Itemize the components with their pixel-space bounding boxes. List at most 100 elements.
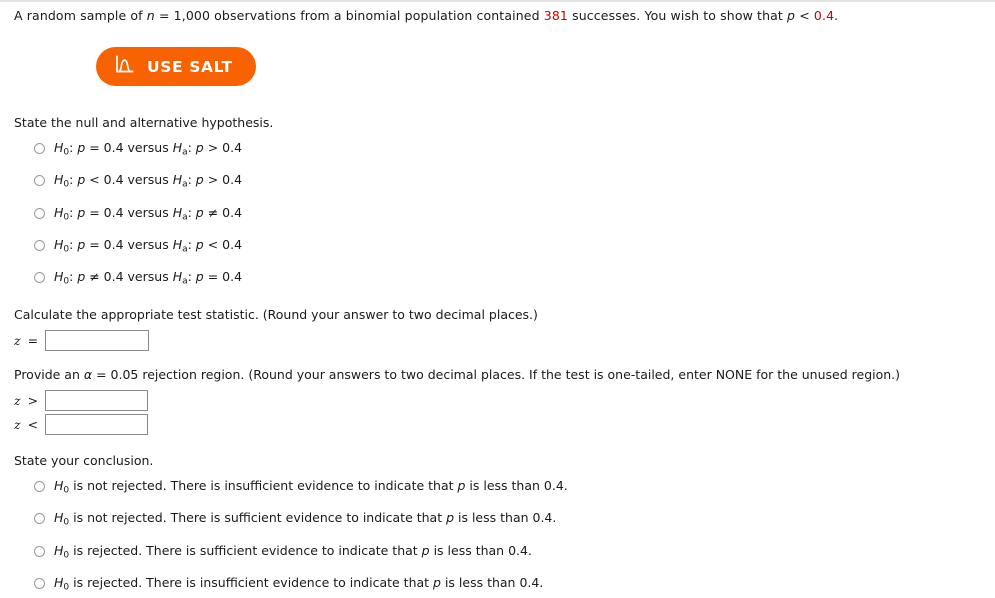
hypothesis-option-label: H0: p ≠ 0.4 versus Ha: p = 0.4 [54, 269, 243, 287]
conclusion-text-1: is rejected. There is sufficient evidenc… [69, 543, 422, 558]
alt-variable: p [195, 205, 204, 220]
rejection-prompt-text-1: Provide an [14, 367, 84, 382]
conclusion-text-1: is not rejected. There is sufficient evi… [69, 510, 447, 525]
variable-p: p [433, 575, 441, 590]
alt-symbol: H [172, 205, 183, 220]
radio-button[interactable] [34, 175, 45, 186]
conclusion-option-1[interactable]: H0 is not rejected. There is insufficien… [34, 479, 568, 496]
null-symbol: H [54, 172, 64, 187]
problem-text-5: . [834, 8, 839, 23]
rejection-region-lower-row: z < [14, 414, 149, 435]
use-salt-button[interactable]: USE SALT [96, 47, 256, 86]
conclusion-text-2: is less than 0.4. [440, 575, 544, 590]
less-than-operator: < [27, 417, 39, 432]
conclusion-option-label: H0 is not rejected. There is insufficien… [54, 479, 568, 496]
hypothesis-symbol: H [54, 575, 64, 590]
conclusion-option-label: H0 is rejected. There is sufficient evid… [54, 544, 532, 561]
use-salt-label: USE SALT [147, 57, 233, 76]
successes-count: 381 [543, 8, 568, 23]
conclusion-text-2: is less than 0.4. [465, 478, 568, 493]
alt-variable: p [195, 237, 204, 252]
alt-relation: = 0.4 [203, 269, 243, 284]
conclusion-prompt: State your conclusion. [14, 453, 154, 468]
null-symbol: H [54, 269, 64, 284]
hypothesis-option-label: H0: p = 0.4 versus Ha: p > 0.4 [54, 140, 243, 158]
test-statistic-input[interactable] [45, 330, 150, 351]
hypothesis-option-2[interactable]: H0: p < 0.4 versus Ha: p > 0.4 [34, 172, 243, 190]
null-symbol: H [54, 237, 64, 252]
variable-p: p [446, 510, 455, 525]
test-statistic-row: z = [14, 330, 150, 351]
radio-button[interactable] [34, 240, 45, 251]
rejection-region-upper-row: z > [14, 390, 149, 411]
variable-p: p [421, 543, 430, 558]
null-subscript: 0 [63, 179, 70, 190]
hypothesis-symbol: H [54, 478, 64, 493]
conclusion-text-2: is less than 0.4. [429, 543, 532, 558]
hypothesis-option-3[interactable]: H0: p = 0.4 versus Ha: p ≠ 0.4 [34, 205, 243, 223]
conclusion-option-3[interactable]: H0 is rejected. There is sufficient evid… [34, 544, 532, 561]
rejection-region-upper-input[interactable] [45, 390, 149, 411]
greater-than-operator: > [27, 393, 39, 408]
null-subscript: 0 [63, 244, 70, 255]
variable-n: n [146, 8, 155, 23]
normal-curve-icon [115, 55, 134, 78]
conclusion-text-1: is not rejected. There is insufficient e… [69, 478, 458, 493]
radio-button[interactable] [34, 578, 45, 589]
null-relation: = 0.4 versus [85, 237, 173, 252]
z-label: z [14, 417, 21, 432]
hypothesis-option-label: H0: p = 0.4 versus Ha: p ≠ 0.4 [54, 205, 243, 223]
alt-variable: p [195, 140, 204, 155]
alt-variable: p [195, 172, 204, 187]
null-symbol: H [54, 205, 64, 220]
z-label: z [14, 393, 21, 408]
conclusion-option-4[interactable]: H0 is rejected. There is insufficient ev… [34, 576, 543, 593]
alt-symbol: H [172, 269, 183, 284]
rejection-prompt-text-2: = 0.05 rejection region. (Round your ans… [92, 367, 901, 382]
hypothesis-symbol: H [54, 510, 64, 525]
alt-relation: < 0.4 [203, 237, 243, 252]
alt-relation: > 0.4 [203, 140, 243, 155]
null-symbol: H [54, 140, 64, 155]
variable-p: p [787, 8, 796, 23]
hypothesis-option-label: H0: p = 0.4 versus Ha: p < 0.4 [54, 237, 243, 255]
problem-statement: A random sample of n = 1,000 observation… [14, 8, 838, 23]
alt-subscript: a [182, 147, 188, 158]
hypothesis-option-1[interactable]: H0: p = 0.4 versus Ha: p > 0.4 [34, 140, 243, 158]
radio-button[interactable] [34, 208, 45, 219]
hypothesis-option-4[interactable]: H0: p = 0.4 versus Ha: p < 0.4 [34, 237, 243, 255]
radio-button[interactable] [34, 546, 45, 557]
null-relation: = 0.4 versus [85, 140, 173, 155]
problem-text-2: = 1,000 observations from a binomial pop… [154, 8, 544, 23]
hypothesis-symbol: H [54, 543, 64, 558]
radio-button[interactable] [34, 272, 45, 283]
question-page: A random sample of n = 1,000 observation… [0, 0, 995, 598]
alt-subscript: a [182, 179, 188, 190]
null-relation: ≠ 0.4 versus [85, 269, 173, 284]
conclusion-text-2: is less than 0.4. [454, 510, 557, 525]
radio-button[interactable] [34, 513, 45, 524]
alt-subscript: a [182, 276, 188, 287]
problem-text-1: A random sample of [14, 8, 147, 23]
conclusion-option-2[interactable]: H0 is not rejected. There is sufficient … [34, 511, 556, 528]
hypothesis-option-label: H0: p < 0.4 versus Ha: p > 0.4 [54, 172, 243, 190]
problem-text-3: successes. You wish to show that [567, 8, 788, 23]
alt-symbol: H [172, 237, 183, 252]
rejection-region-lower-input[interactable] [45, 414, 149, 435]
equals-operator: = [27, 333, 39, 348]
radio-button[interactable] [34, 481, 45, 492]
z-label: z [14, 333, 21, 348]
alt-subscript: a [182, 244, 188, 255]
alt-symbol: H [172, 172, 183, 187]
hypothesis-option-5[interactable]: H0: p ≠ 0.4 versus Ha: p = 0.4 [34, 269, 243, 287]
alt-relation: > 0.4 [203, 172, 243, 187]
alt-variable: p [195, 269, 204, 284]
alt-symbol: H [172, 140, 183, 155]
alpha-symbol: α [83, 367, 93, 382]
conclusion-option-label: H0 is rejected. There is insufficient ev… [54, 576, 543, 593]
null-relation: = 0.4 versus [85, 205, 173, 220]
null-relation: < 0.4 versus [85, 172, 173, 187]
hypothesis-prompt: State the null and alternative hypothesi… [14, 115, 274, 130]
radio-button[interactable] [34, 143, 45, 154]
p-threshold-value: 0.4 [813, 8, 835, 23]
